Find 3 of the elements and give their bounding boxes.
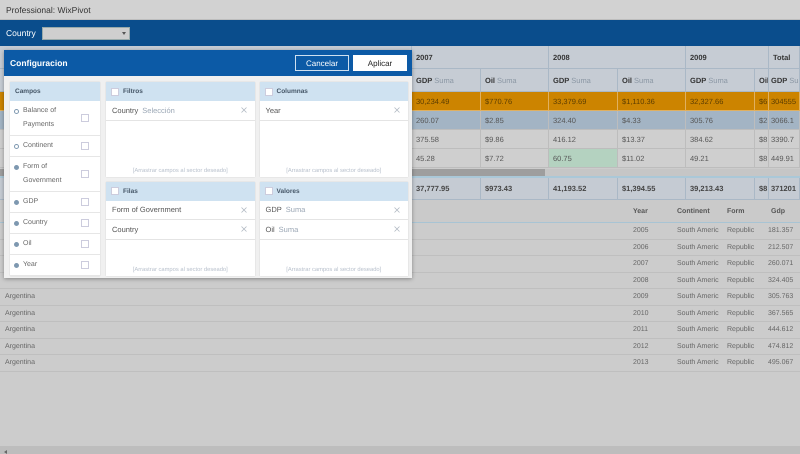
app-title: Professional: WixPivot <box>6 4 91 14</box>
dialog-title: Configuracion <box>10 58 69 68</box>
filter-label: Country <box>6 28 36 38</box>
